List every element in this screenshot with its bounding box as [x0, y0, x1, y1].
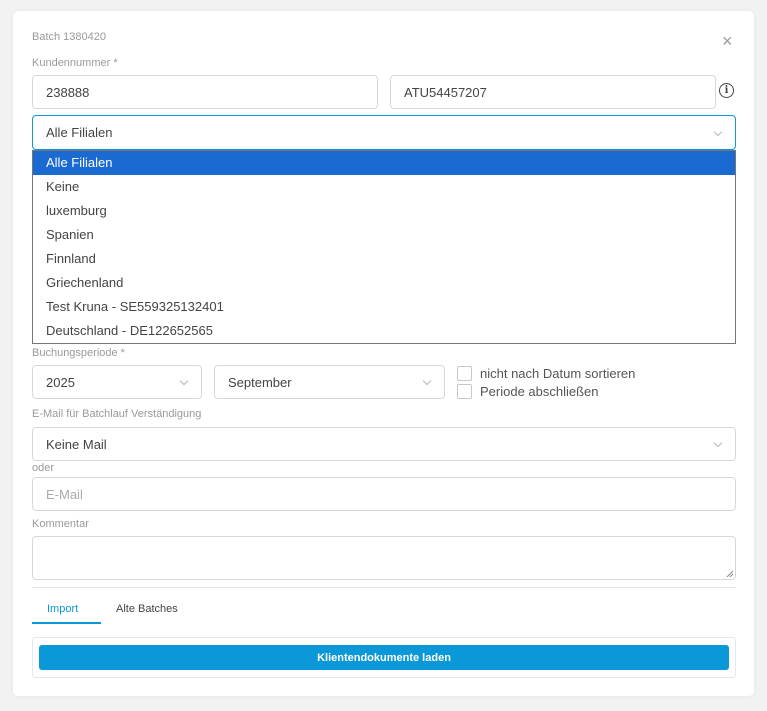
branch-option[interactable]: Keine — [33, 175, 735, 199]
email-select-value: Keine Mail — [46, 436, 107, 452]
customer-number-value: 238888 — [46, 84, 90, 100]
email-notification-label: E-Mail für Batchlauf Verständigung — [32, 408, 202, 420]
batch-title: Batch 1380420 — [32, 31, 107, 43]
divider — [32, 587, 736, 588]
year-select[interactable]: 2025 — [32, 365, 202, 399]
branch-option[interactable]: Griechenland — [33, 271, 735, 295]
load-client-documents-button[interactable]: Klientendokumente laden — [39, 645, 729, 670]
or-label: oder — [32, 462, 55, 474]
tab-old-batches[interactable]: Alte Batches — [116, 603, 178, 615]
chevron-down-icon — [713, 438, 723, 448]
resize-handle-icon[interactable] — [726, 570, 733, 577]
vat-number-field[interactable]: ATU54457207 — [390, 75, 716, 109]
email-placeholder: E-Mail — [46, 486, 83, 502]
branch-option[interactable]: Test Kruna - SE559325132401 — [33, 295, 735, 319]
month-select[interactable]: September — [214, 365, 445, 399]
branch-option[interactable]: Spanien — [33, 223, 735, 247]
branch-option[interactable]: Deutschland - DE122652565 — [33, 319, 735, 343]
email-select[interactable]: Keine Mail — [32, 427, 736, 461]
branch-select-value: Alle Filialen — [46, 125, 113, 140]
no-date-sort-label: nicht nach Datum sortieren — [480, 366, 636, 381]
no-date-sort-checkbox[interactable] — [457, 366, 472, 381]
info-icon[interactable]: i — [719, 83, 734, 98]
tab-import[interactable]: Import — [47, 603, 78, 615]
customer-number-label: Kundennummer * — [32, 57, 118, 69]
close-icon[interactable]: × — [722, 32, 733, 50]
branch-dropdown-list: Alle Filialen Keine luxemburg Spanien Fi… — [32, 150, 736, 344]
year-value: 2025 — [46, 374, 75, 390]
vat-number-value: ATU54457207 — [404, 84, 487, 100]
comment-label: Kommentar — [32, 518, 89, 530]
chevron-down-icon — [179, 376, 189, 386]
chevron-down-icon — [713, 127, 723, 136]
close-period-checkbox[interactable] — [457, 384, 472, 399]
email-input[interactable]: E-Mail — [32, 477, 736, 511]
comment-textarea[interactable] — [32, 536, 736, 580]
close-period-label: Periode abschließen — [480, 384, 599, 399]
active-tab-indicator — [32, 622, 101, 624]
branch-option[interactable]: luxemburg — [33, 199, 735, 223]
customer-number-field[interactable]: 238888 — [32, 75, 378, 109]
period-label: Buchungsperiode * — [32, 347, 125, 359]
chevron-down-icon — [422, 376, 432, 386]
branch-option[interactable]: Finnland — [33, 247, 735, 271]
month-value: September — [228, 374, 292, 390]
branch-option[interactable]: Alle Filialen — [33, 151, 735, 175]
branch-select[interactable]: Alle Filialen — [32, 115, 736, 150]
